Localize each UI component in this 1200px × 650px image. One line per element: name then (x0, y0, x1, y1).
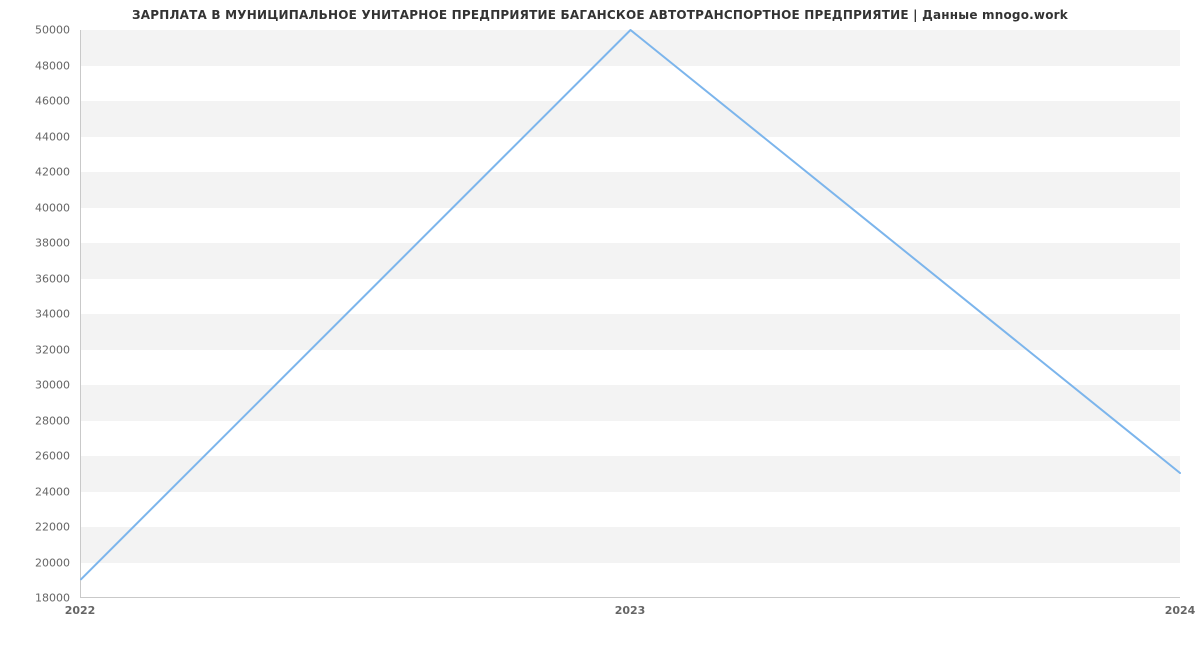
x-tick-label: 2023 (615, 604, 646, 617)
y-tick-label: 42000 (35, 166, 70, 179)
y-tick-label: 26000 (35, 450, 70, 463)
y-axis-ticks: 1800020000220002400026000280003000032000… (0, 30, 80, 598)
x-tick-label: 2022 (65, 604, 96, 617)
x-tick-label: 2024 (1165, 604, 1196, 617)
y-tick-label: 48000 (35, 59, 70, 72)
y-tick-label: 36000 (35, 272, 70, 285)
y-tick-label: 50000 (35, 24, 70, 37)
y-tick-label: 46000 (35, 95, 70, 108)
y-tick-label: 18000 (35, 592, 70, 605)
y-tick-label: 20000 (35, 556, 70, 569)
y-tick-label: 28000 (35, 414, 70, 427)
y-tick-label: 38000 (35, 237, 70, 250)
y-tick-label: 34000 (35, 308, 70, 321)
chart-container: ЗАРПЛАТА В МУНИЦИПАЛЬНОЕ УНИТАРНОЕ ПРЕДП… (0, 0, 1200, 650)
plot-area (80, 30, 1180, 598)
line-series (81, 30, 1180, 597)
x-axis-ticks: 202220232024 (80, 598, 1180, 638)
y-tick-label: 44000 (35, 130, 70, 143)
y-tick-label: 32000 (35, 343, 70, 356)
y-tick-label: 22000 (35, 521, 70, 534)
y-tick-label: 40000 (35, 201, 70, 214)
y-tick-label: 30000 (35, 379, 70, 392)
y-tick-label: 24000 (35, 485, 70, 498)
chart-title: ЗАРПЛАТА В МУНИЦИПАЛЬНОЕ УНИТАРНОЕ ПРЕДП… (0, 8, 1200, 22)
